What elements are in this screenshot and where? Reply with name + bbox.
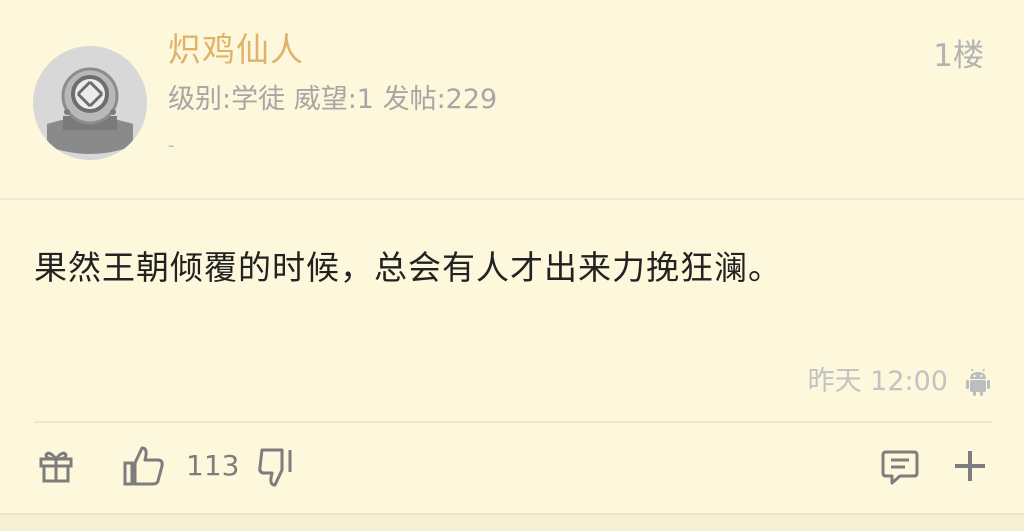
username[interactable]: 炽鸡仙人 [168, 30, 304, 70]
header-divider [0, 198, 1024, 200]
gift-button[interactable] [36, 446, 76, 486]
avatar[interactable] [33, 46, 147, 160]
like-count: 113 [186, 449, 240, 482]
user-signature: - [168, 135, 175, 156]
android-icon [962, 366, 994, 398]
content-divider [34, 421, 992, 423]
user-post-count: 发帖:229 [382, 84, 498, 115]
post-time-row: 昨天 12:00 [808, 362, 994, 402]
dislike-button[interactable] [256, 446, 300, 490]
plus-icon [955, 451, 985, 481]
diving-helmet-icon [33, 46, 147, 160]
thumbs-down-icon [258, 448, 292, 487]
post-content: 果然王朝倾覆的时候，总会有人才出来力挽狂澜。 [34, 248, 782, 287]
user-meta: 级别:学徒 威望:1 发帖:229 [168, 82, 497, 118]
post-card: 炽鸡仙人 级别:学徒 威望:1 发帖:229 - 1楼 果然王朝倾覆的时候，总会… [0, 0, 1024, 531]
post-time: 昨天 12:00 [807, 366, 948, 397]
user-level: 级别:学徒 [168, 84, 286, 115]
comment-button[interactable] [880, 446, 920, 486]
comment-icon [881, 450, 919, 485]
thumbs-up-icon [123, 446, 164, 486]
like-button[interactable]: 113 [122, 444, 239, 488]
user-reputation: 威望:1 [293, 84, 374, 115]
gift-icon [39, 451, 73, 483]
floor-number: 1楼 [933, 38, 984, 74]
action-bar: 113 [0, 440, 1024, 496]
next-post-edge [0, 513, 1024, 531]
post-header: 炽鸡仙人 级别:学徒 威望:1 发帖:229 - 1楼 [0, 0, 1024, 198]
more-button[interactable] [950, 446, 990, 486]
